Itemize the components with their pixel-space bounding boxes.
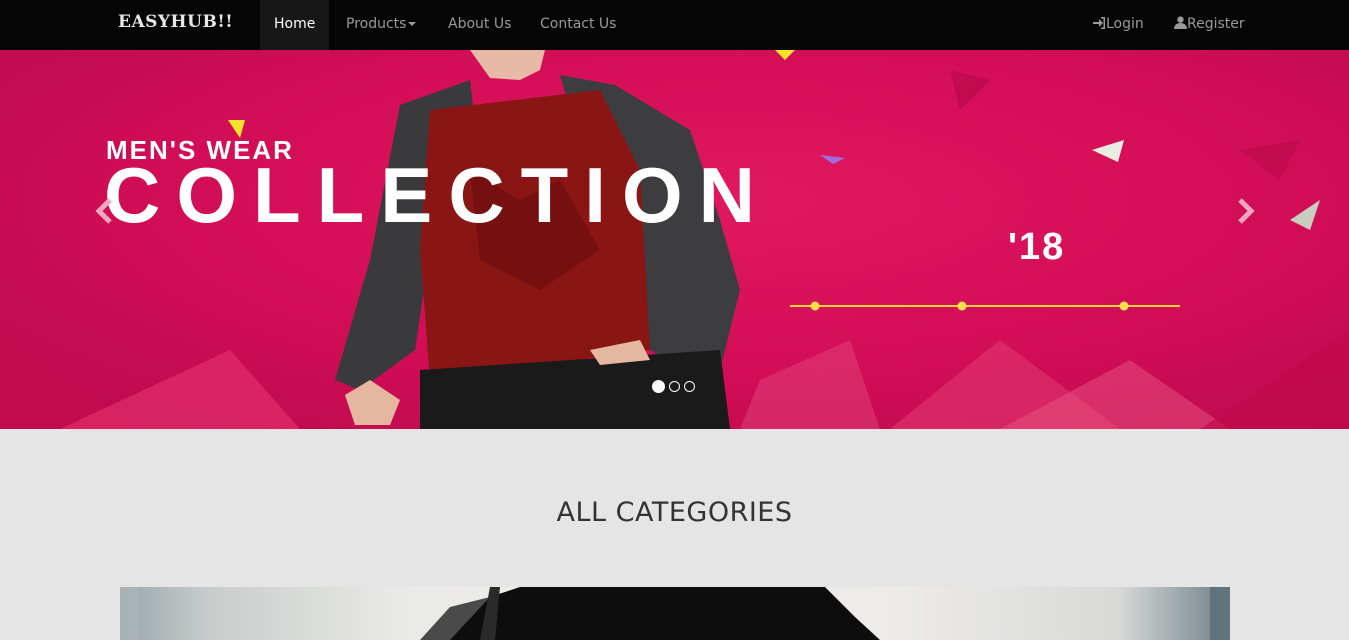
carousel-indicator-2[interactable] [669, 381, 680, 392]
nav-products-dropdown[interactable]: Products [346, 0, 417, 50]
nav-home-label: Home [274, 16, 316, 32]
carousel-indicators [652, 380, 695, 395]
nav-contact-label: Contact Us [540, 16, 617, 32]
categories-heading: ALL CATEGORIES [556, 497, 793, 528]
login-icon [1093, 17, 1105, 29]
user-icon [1174, 16, 1187, 29]
carousel-indicator-3[interactable] [684, 381, 695, 392]
nav-home[interactable]: Home [260, 0, 330, 50]
nav-contact[interactable]: Contact Us [540, 0, 616, 50]
login-link[interactable]: Login [1093, 0, 1144, 50]
banner-title: COLLECTION [104, 151, 771, 239]
register-label: Register [1187, 16, 1245, 32]
nav-products-label: Products [346, 16, 407, 32]
top-navbar: EASYHUB!! Home Products About Us Contact… [0, 0, 1349, 50]
banner-year: '18 [1008, 226, 1066, 268]
register-link[interactable]: Register [1174, 0, 1245, 50]
category-banner-image[interactable] [120, 587, 1230, 640]
chevron-left-icon [95, 198, 112, 224]
nav-about[interactable]: About Us [448, 0, 511, 50]
hero-carousel: MEN'S WEAR COLLECTION '18 [0, 50, 1349, 429]
chevron-right-icon [1238, 198, 1255, 224]
brand-logo[interactable]: EASYHUB!! [118, 12, 233, 32]
carousel-prev-button[interactable] [90, 196, 120, 226]
category-model-image [120, 587, 1230, 640]
caret-down-icon [408, 22, 417, 26]
login-label: Login [1106, 16, 1144, 32]
nav-about-label: About Us [448, 16, 512, 32]
carousel-next-button[interactable] [1230, 196, 1260, 226]
carousel-indicator-1[interactable] [652, 380, 665, 393]
